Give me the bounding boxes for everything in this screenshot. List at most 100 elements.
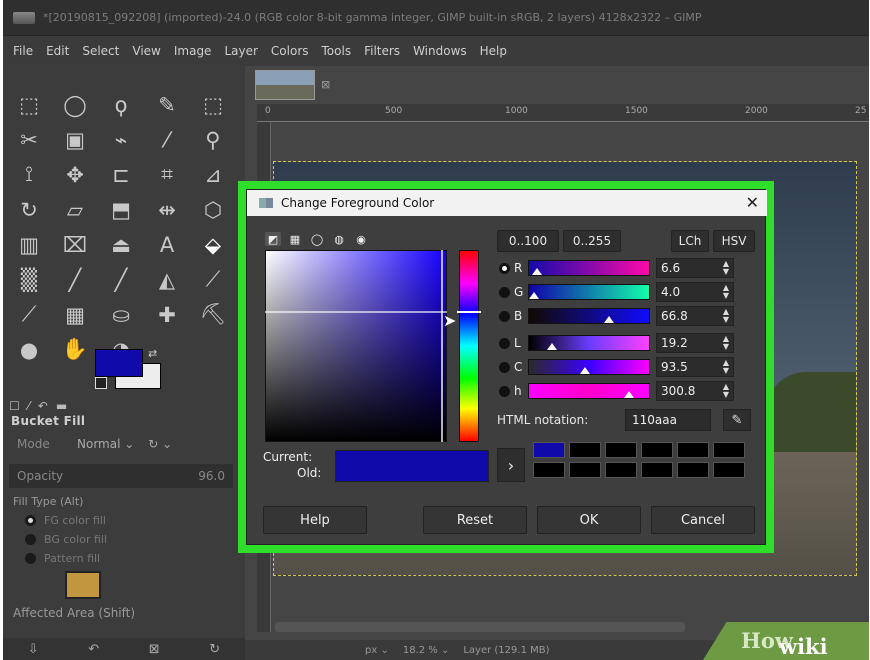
channel-value-input[interactable]: 66.8 ▲ ▼	[656, 306, 734, 326]
help-button[interactable]: Help	[263, 506, 367, 534]
fill-option-bg[interactable]: BG color fill	[13, 530, 107, 549]
add-to-history-button[interactable]: ›	[497, 448, 525, 482]
ink-tool-icon[interactable]: ⟋	[11, 298, 47, 331]
history-color-swatch[interactable]	[533, 462, 565, 478]
menu-view[interactable]: View	[132, 44, 160, 58]
history-color-swatch[interactable]	[569, 462, 601, 478]
fill-bucket-tool-icon[interactable]: ⏏	[103, 228, 139, 261]
channel-value-input[interactable]: 4.0 ▲ ▼	[656, 282, 734, 302]
spin-arrows-icon[interactable]: ▲ ▼	[723, 260, 729, 276]
channel-value-input[interactable]: 6.6 ▲ ▼	[656, 258, 734, 278]
images-tab-icon[interactable]: ▬	[56, 399, 67, 413]
opacity-slider[interactable]: Opacity 96.0	[9, 464, 233, 488]
rect-select-tool-icon[interactable]: ⬚	[11, 88, 47, 121]
cancel-button[interactable]: Cancel	[651, 506, 755, 534]
text-tool-icon[interactable]: A	[149, 228, 185, 261]
image-tab-thumbnail[interactable]	[255, 70, 315, 100]
cage-transform-tool-icon[interactable]: ⌧	[57, 228, 93, 261]
channel-slider[interactable]	[528, 359, 650, 375]
hsv-button[interactable]: HSV	[713, 230, 755, 252]
shear-tool-icon[interactable]: ▱	[57, 193, 93, 226]
menu-filters[interactable]: Filters	[364, 44, 400, 58]
channel-value-input[interactable]: 93.5 ▲ ▼	[656, 357, 734, 377]
mode-reset-icon[interactable]: ↻ ⌄	[148, 437, 172, 451]
history-color-swatch[interactable]	[641, 462, 673, 478]
history-color-swatch[interactable]	[605, 462, 637, 478]
fuzzy-select-tool-icon[interactable]: ✎	[149, 88, 185, 121]
align-tool-icon[interactable]: ⊏	[103, 158, 139, 191]
channel-slider[interactable]	[528, 383, 650, 399]
gimp-selector-tab-icon[interactable]: ◩	[265, 232, 281, 246]
pencil-tool-icon[interactable]: ╱	[57, 263, 93, 296]
history-color-swatch[interactable]	[569, 442, 601, 458]
channel-radio-icon[interactable]	[499, 361, 510, 373]
history-color-swatch[interactable]	[533, 442, 565, 458]
reset-options-icon[interactable]: ↻	[209, 642, 220, 657]
blur-tool-icon[interactable]: ●	[11, 333, 47, 366]
channel-slider[interactable]	[528, 260, 650, 276]
menu-image[interactable]: Image	[174, 44, 212, 58]
reset-button[interactable]: Reset	[423, 506, 527, 534]
ok-button[interactable]: OK	[537, 506, 641, 534]
menu-select[interactable]: Select	[82, 44, 119, 58]
history-color-swatch[interactable]	[605, 442, 637, 458]
perspective-clone-tool-icon[interactable]: ⛏	[195, 298, 231, 331]
channel-radio-icon[interactable]	[499, 286, 510, 298]
paths-tool-icon[interactable]: ⌁	[103, 123, 139, 156]
spin-arrows-icon[interactable]: ▲ ▼	[723, 308, 729, 324]
history-color-swatch[interactable]	[641, 442, 673, 458]
zoom-select[interactable]: 18.2 % ⌄	[403, 645, 450, 656]
eraser-tool-icon[interactable]: ◭	[149, 263, 185, 296]
channel-value-input[interactable]: 300.8 ▲ ▼	[656, 381, 734, 401]
history-color-swatch[interactable]	[677, 442, 709, 458]
move-tool-icon[interactable]: ✥	[57, 158, 93, 191]
menu-edit[interactable]: Edit	[46, 44, 69, 58]
html-notation-input[interactable]: 110aaa	[625, 409, 711, 431]
menu-layer[interactable]: Layer	[224, 44, 257, 58]
menu-file[interactable]: File	[13, 44, 33, 58]
mode-select[interactable]: Normal ⌄	[77, 437, 134, 451]
heal-tool-icon[interactable]: ✚	[149, 298, 185, 331]
history-color-swatch[interactable]	[713, 462, 745, 478]
fill-option-pattern[interactable]: Pattern fill	[13, 549, 107, 568]
range-0-255-button[interactable]: 0..255	[563, 230, 621, 252]
airbrush-tool-icon[interactable]: ⟋	[195, 263, 231, 296]
range-0-100-button[interactable]: 0..100	[497, 230, 559, 252]
close-icon[interactable]: ✕	[746, 193, 759, 212]
spin-arrows-icon[interactable]: ▲ ▼	[723, 359, 729, 375]
spin-arrows-icon[interactable]: ▲ ▼	[723, 284, 729, 300]
clone-tool-icon[interactable]: ⛀	[103, 298, 139, 331]
gradient-tool-icon[interactable]: ▒	[11, 263, 47, 296]
saturation-value-square[interactable]	[265, 250, 447, 442]
lch-button[interactable]: LCh	[671, 230, 709, 252]
undo-history-tab-icon[interactable]: ↶	[38, 399, 48, 413]
restore-preset-icon[interactable]: ↶	[88, 642, 99, 657]
hue-strip[interactable]	[459, 250, 479, 442]
history-color-swatch[interactable]	[677, 462, 709, 478]
delete-preset-icon[interactable]: ⊠	[149, 642, 160, 657]
channel-value-input[interactable]: 19.2 ▲ ▼	[656, 333, 734, 353]
history-color-swatch[interactable]	[713, 442, 745, 458]
smudge-tool-icon[interactable]: ✋	[57, 333, 93, 366]
wheel-selector-tab-icon[interactable]: ◉	[353, 232, 369, 246]
flip-tool-icon[interactable]: ⇹	[149, 193, 185, 226]
channel-radio-icon[interactable]	[499, 337, 510, 349]
tool-options-tab-icon[interactable]: ☐	[9, 399, 20, 413]
menu-colors[interactable]: Colors	[271, 44, 309, 58]
spin-arrows-icon[interactable]: ▲ ▼	[723, 383, 729, 399]
horizontal-scrollbar[interactable]	[275, 622, 685, 632]
measure-tool-icon[interactable]: ⟟	[11, 158, 47, 191]
pattern-swatch[interactable]	[65, 571, 101, 599]
fill-option-fg[interactable]: FG color fill	[13, 511, 107, 530]
channel-slider[interactable]	[528, 335, 650, 351]
rotate-tool-icon[interactable]: ↻	[11, 193, 47, 226]
menu-tools[interactable]: Tools	[322, 44, 352, 58]
unit-select[interactable]: px ⌄	[365, 645, 389, 656]
close-image-tab-icon[interactable]: ⊠	[321, 78, 330, 91]
reset-colors-icon[interactable]	[95, 377, 107, 389]
triangle-selector-tab-icon[interactable]: ◯	[309, 232, 325, 246]
color-picker-icon[interactable]: ✎	[723, 409, 751, 431]
perspective-tool-icon[interactable]: ⬒	[103, 193, 139, 226]
spin-arrows-icon[interactable]: ▲ ▼	[723, 335, 729, 351]
menu-help[interactable]: Help	[480, 44, 507, 58]
